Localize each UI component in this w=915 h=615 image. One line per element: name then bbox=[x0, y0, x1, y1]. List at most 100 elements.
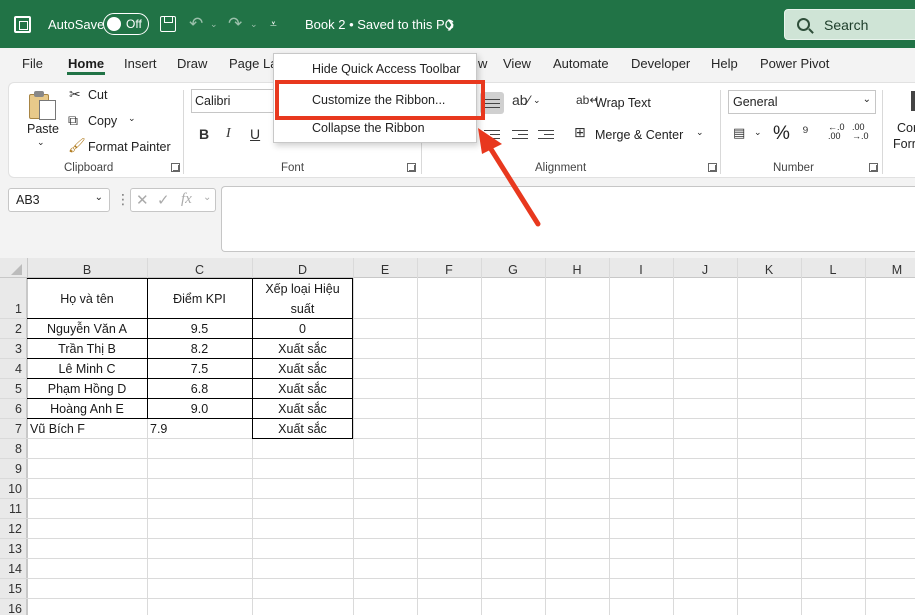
column-header-h[interactable]: H bbox=[545, 263, 609, 277]
menu-item-hide-qat[interactable]: Hide Quick Access Toolbar bbox=[312, 62, 460, 76]
conditional-formatting-label[interactable]: Cor bbox=[897, 121, 915, 135]
column-header-m[interactable]: M bbox=[865, 263, 915, 277]
cell-name[interactable]: Trần Thị B bbox=[27, 342, 147, 356]
cell-kpi[interactable]: 7.9 bbox=[150, 422, 167, 436]
percent-button[interactable]: % bbox=[773, 123, 790, 145]
alignment-launcher-icon[interactable] bbox=[708, 163, 717, 172]
formula-input[interactable] bbox=[221, 186, 915, 252]
search-box[interactable]: Search bbox=[784, 9, 915, 40]
row-header-3[interactable]: 3 bbox=[0, 342, 22, 356]
format-as-table-label[interactable]: Forr bbox=[893, 137, 915, 151]
row-header-11[interactable]: 11 bbox=[0, 502, 22, 516]
column-header-d[interactable]: D bbox=[252, 263, 353, 277]
row-header-5[interactable]: 5 bbox=[0, 382, 22, 396]
italic-button[interactable]: I bbox=[226, 126, 231, 142]
more-options-icon[interactable]: ⋮ bbox=[116, 191, 130, 208]
select-all-icon[interactable] bbox=[11, 264, 22, 275]
paste-dropdown-icon[interactable]: ⌄ bbox=[37, 137, 45, 148]
decrease-decimal-icon[interactable]: .00 →.0 bbox=[852, 123, 869, 141]
accounting-dropdown-icon[interactable]: ⌄ bbox=[754, 127, 762, 138]
cell-rating[interactable]: Xuất sắc bbox=[252, 382, 353, 396]
row-header-4[interactable]: 4 bbox=[0, 362, 22, 376]
column-header-f[interactable]: F bbox=[417, 263, 481, 277]
cell-rating[interactable]: Xuất sắc bbox=[252, 422, 353, 436]
tab-power-pivot[interactable]: Power Pivot bbox=[760, 56, 829, 71]
enter-icon[interactable]: ✓ bbox=[157, 191, 170, 209]
row-header-9[interactable]: 9 bbox=[0, 462, 22, 476]
copy-button[interactable]: Copy bbox=[88, 114, 117, 128]
row-header-1[interactable]: 1 bbox=[0, 302, 22, 316]
paste-icon[interactable] bbox=[29, 90, 57, 120]
column-header-j[interactable]: J bbox=[673, 263, 737, 277]
column-header-b[interactable]: B bbox=[27, 263, 147, 277]
wrap-text-button[interactable]: Wrap Text bbox=[595, 96, 651, 110]
customize-qat-icon[interactable]: ⩡ bbox=[270, 0, 277, 48]
cell-name[interactable]: Nguyễn Văn A bbox=[27, 322, 147, 336]
chevron-down-icon[interactable]: ❯ bbox=[446, 0, 455, 48]
accounting-format-icon[interactable]: ▤ bbox=[733, 125, 745, 141]
autosave-toggle[interactable]: Off bbox=[103, 0, 149, 48]
tab-review[interactable]: w bbox=[478, 56, 487, 71]
cell-name[interactable]: Vũ Bích F bbox=[30, 422, 85, 436]
cut-button[interactable]: Cut bbox=[88, 88, 107, 102]
cell-name[interactable]: Lê Minh C bbox=[27, 362, 147, 376]
cell-name[interactable]: Phạm Hồng D bbox=[27, 382, 147, 396]
cell-kpi[interactable]: 9.0 bbox=[147, 402, 252, 416]
tab-insert[interactable]: Insert bbox=[124, 56, 157, 71]
row-header-10[interactable]: 10 bbox=[0, 482, 22, 496]
number-format-select[interactable]: General ⌄ bbox=[728, 90, 876, 114]
row-header-8[interactable]: 8 bbox=[0, 442, 22, 456]
tab-view[interactable]: View bbox=[503, 56, 531, 71]
column-header-l[interactable]: L bbox=[801, 263, 865, 277]
undo-dropdown-icon[interactable]: ⌄ bbox=[210, 0, 218, 48]
column-header-g[interactable]: G bbox=[481, 263, 545, 277]
redo-dropdown-icon[interactable]: ⌄ bbox=[250, 0, 258, 48]
row-header-2[interactable]: 2 bbox=[0, 322, 22, 336]
tab-developer[interactable]: Developer bbox=[631, 56, 690, 71]
orientation-dropdown-icon[interactable]: ⌄ bbox=[533, 95, 541, 106]
row-header-14[interactable]: 14 bbox=[0, 562, 22, 576]
row-header-13[interactable]: 13 bbox=[0, 542, 22, 556]
cell-rating[interactable]: Xuất sắc bbox=[252, 342, 353, 356]
tab-home[interactable]: Home bbox=[68, 56, 104, 71]
cell-kpi[interactable]: 9.5 bbox=[147, 322, 252, 336]
copy-icon[interactable]: ⧉ bbox=[68, 112, 78, 129]
cell-kpi[interactable]: 6.8 bbox=[147, 382, 252, 396]
row-header-16[interactable]: 16 bbox=[0, 602, 22, 615]
worksheet-grid[interactable] bbox=[0, 258, 915, 615]
menu-item-collapse-ribbon[interactable]: Collapse the Ribbon bbox=[312, 121, 425, 135]
copy-dropdown-icon[interactable]: ⌄ bbox=[128, 113, 136, 124]
column-header-c[interactable]: C bbox=[147, 263, 252, 277]
row-header-7[interactable]: 7 bbox=[0, 422, 22, 436]
tab-page-layout[interactable]: Page La bbox=[229, 56, 277, 71]
row-header-6[interactable]: 6 bbox=[0, 402, 22, 416]
merge-center-icon[interactable]: ⊞ bbox=[574, 124, 586, 141]
cell-kpi[interactable]: 8.2 bbox=[147, 342, 252, 356]
cell-name[interactable]: Hoàng Anh E bbox=[27, 402, 147, 416]
tab-help[interactable]: Help bbox=[711, 56, 738, 71]
format-painter-button[interactable]: Format Painter bbox=[88, 140, 171, 154]
name-box[interactable]: AB3 ⌄ bbox=[8, 188, 110, 212]
cell-rating[interactable]: Xuất sắc bbox=[252, 402, 353, 416]
merge-center-button[interactable]: Merge & Center bbox=[595, 128, 683, 142]
styles-icon[interactable] bbox=[911, 91, 915, 111]
increase-decimal-icon[interactable]: ←.0.00 bbox=[828, 123, 845, 141]
clipboard-launcher-icon[interactable] bbox=[171, 163, 180, 172]
column-header-e[interactable]: E bbox=[353, 263, 417, 277]
underline-button[interactable]: U bbox=[250, 126, 260, 142]
column-header-i[interactable]: I bbox=[609, 263, 673, 277]
cut-icon[interactable]: ✂ bbox=[69, 86, 81, 103]
document-title[interactable]: Book 2 • Saved to this PC bbox=[305, 0, 454, 48]
save-icon[interactable] bbox=[160, 0, 176, 48]
insert-function-icon[interactable]: fx bbox=[181, 191, 192, 208]
font-launcher-icon[interactable] bbox=[407, 163, 416, 172]
paste-button[interactable]: Paste bbox=[27, 122, 59, 136]
row-header-12[interactable]: 12 bbox=[0, 522, 22, 536]
format-painter-icon[interactable]: 🖌 bbox=[68, 137, 86, 154]
cell-rating[interactable]: Xuất sắc bbox=[252, 362, 353, 376]
undo-icon[interactable]: ↶ bbox=[189, 0, 203, 48]
tab-automate[interactable]: Automate bbox=[553, 56, 609, 71]
number-launcher-icon[interactable] bbox=[869, 163, 878, 172]
row-header-15[interactable]: 15 bbox=[0, 582, 22, 596]
tab-file[interactable]: File bbox=[22, 56, 43, 71]
